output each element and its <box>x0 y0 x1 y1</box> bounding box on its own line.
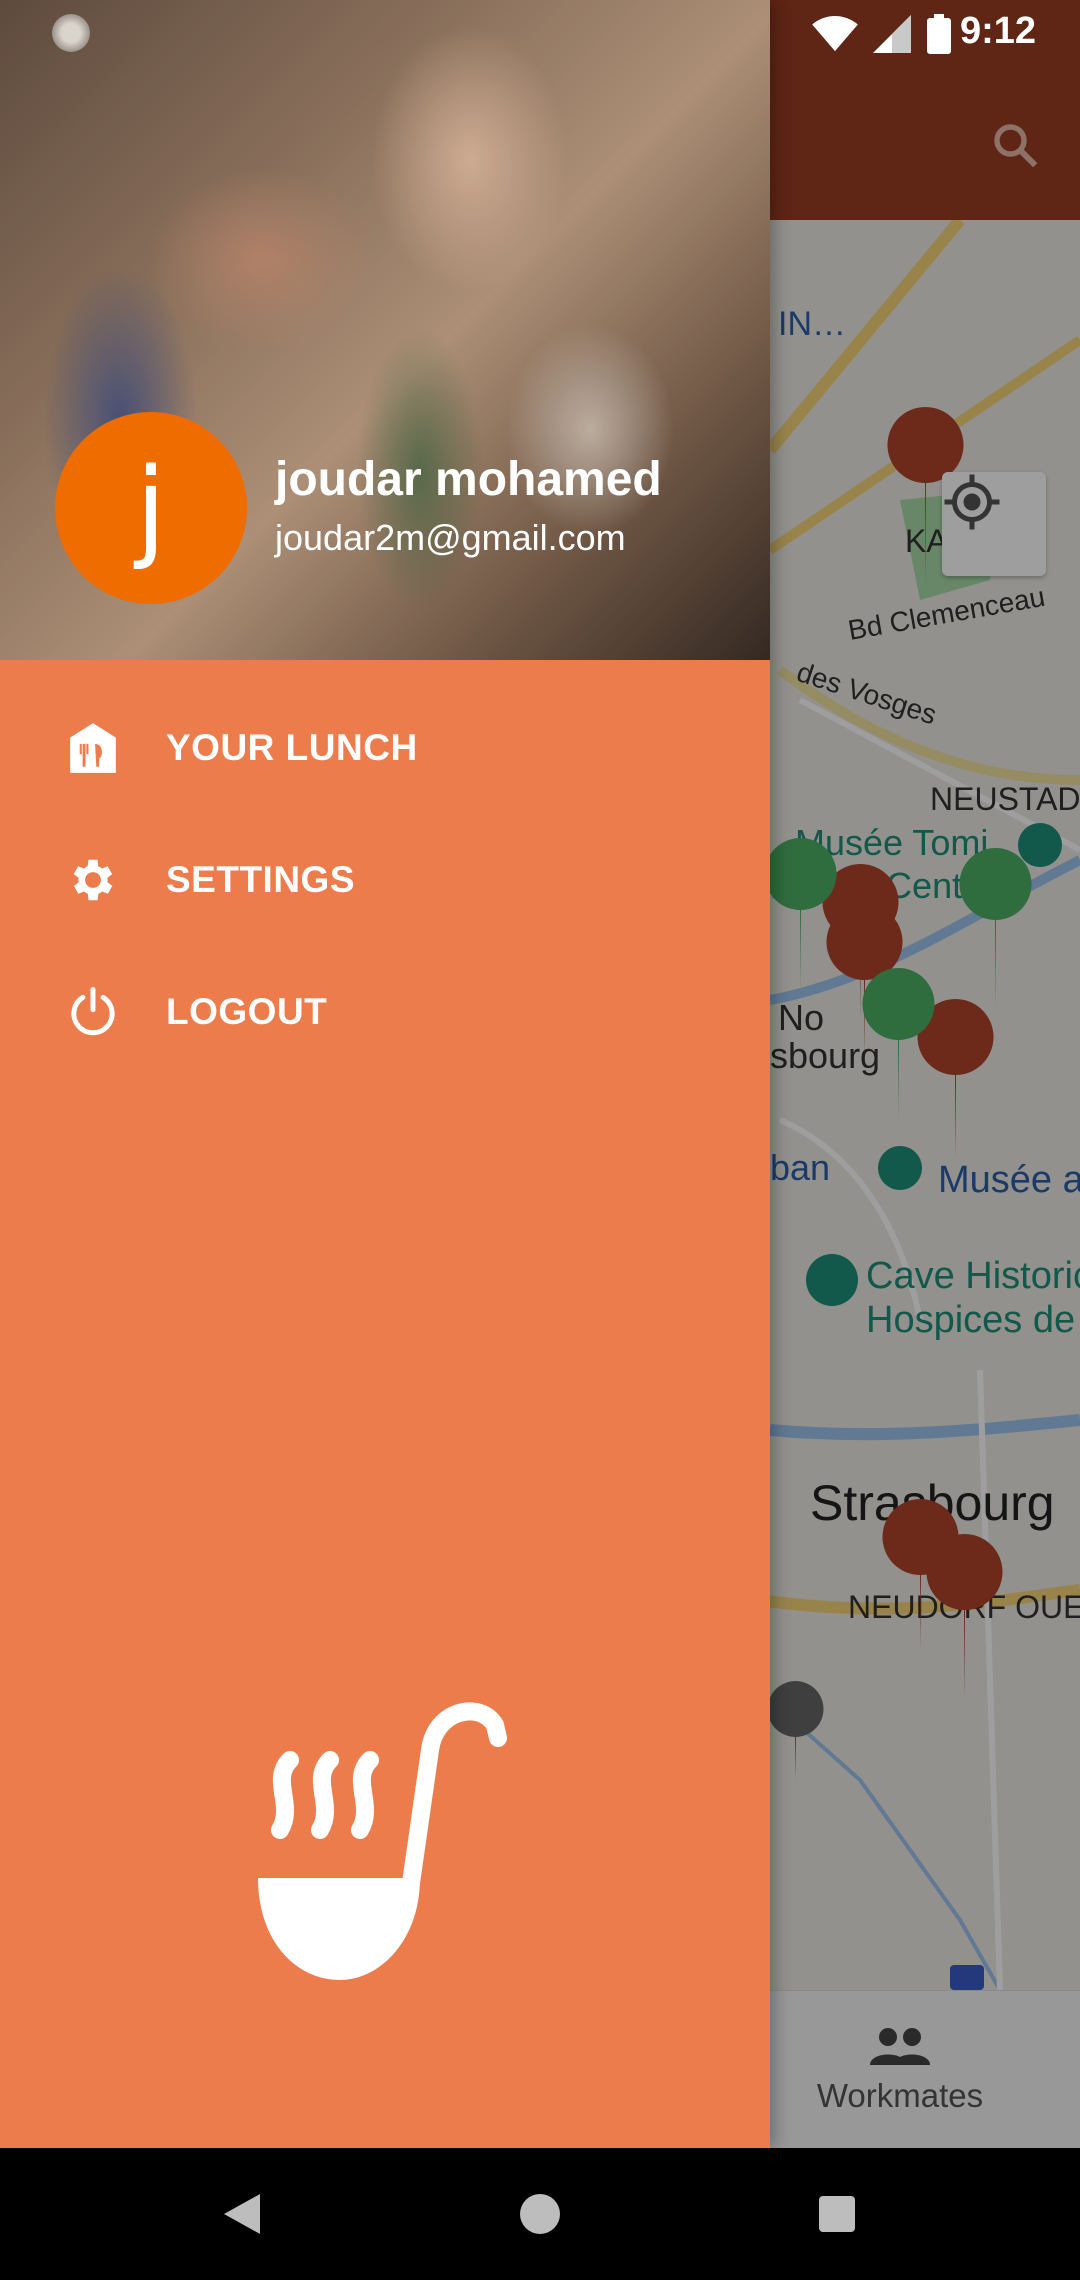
user-email: joudar2m@gmail.com <box>275 517 626 558</box>
menu-item-logout-label: LOGOUT <box>166 991 328 1032</box>
menu-item-settings[interactable]: SETTINGS <box>0 820 770 940</box>
status-bar: 9:12 <box>0 0 1080 66</box>
status-icons <box>812 14 952 54</box>
system-navigation-bar <box>0 2148 1080 2280</box>
gear-icon <box>63 850 123 910</box>
user-name: joudar mohamed <box>275 453 662 506</box>
signal-icon <box>873 15 911 53</box>
home-circle-icon <box>520 2194 560 2234</box>
power-icon <box>63 982 123 1042</box>
avatar: j <box>55 412 247 604</box>
home-button[interactable] <box>474 2148 606 2280</box>
menu-item-logout[interactable]: LOGOUT <box>0 952 770 1072</box>
status-time: 9:12 <box>959 10 1036 52</box>
navigation-drawer: j joudar mohamed joudar2m@gmail.com YOUR… <box>0 0 770 2148</box>
back-triangle-icon <box>224 2194 260 2234</box>
menu-item-settings-label: SETTINGS <box>166 859 356 900</box>
wifi-icon <box>812 15 858 52</box>
back-button[interactable] <box>176 2148 308 2280</box>
restaurant-icon <box>63 718 123 778</box>
menu-item-your-lunch[interactable]: YOUR LUNCH <box>0 688 770 808</box>
recents-square-icon <box>819 2196 855 2232</box>
notification-icon <box>52 14 90 52</box>
menu-item-your-lunch-label: YOUR LUNCH <box>166 727 418 768</box>
drawer-header: j joudar mohamed joudar2m@gmail.com <box>0 0 770 660</box>
recents-button[interactable] <box>771 2148 903 2280</box>
battery-icon <box>927 14 951 54</box>
soup-ladle-icon <box>250 1690 530 1990</box>
